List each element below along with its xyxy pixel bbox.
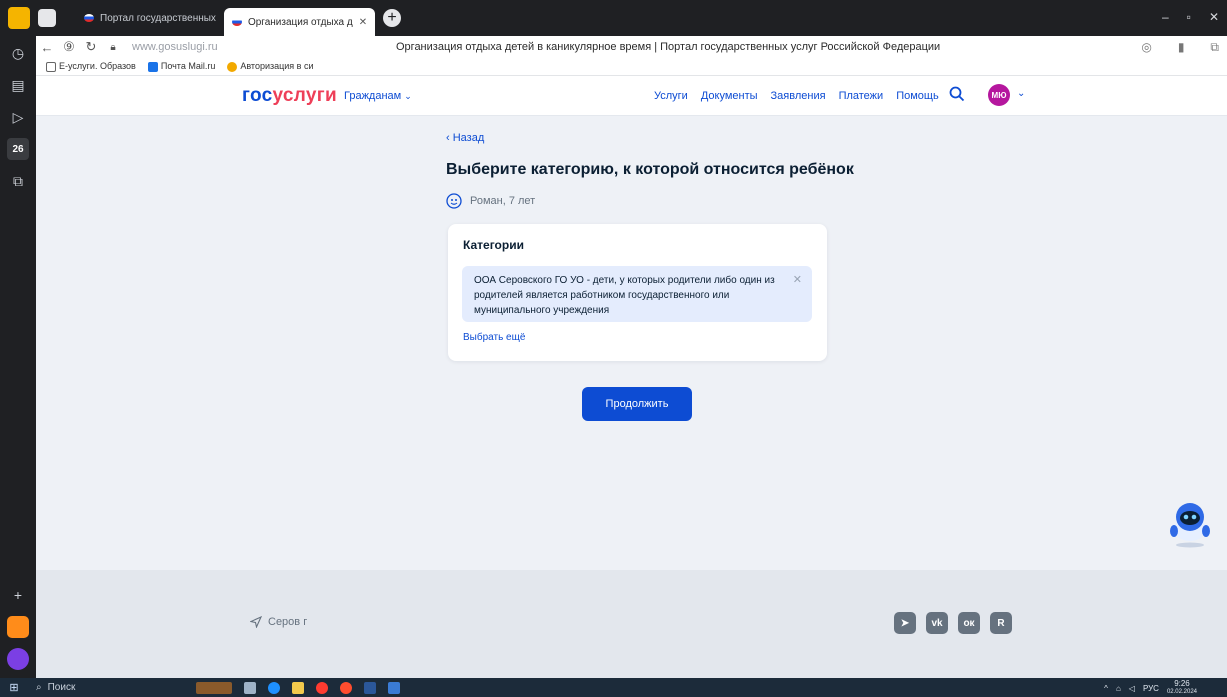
rutube-icon[interactable]: R	[990, 612, 1012, 634]
yandex-icon[interactable]	[340, 681, 352, 694]
location-selector[interactable]: Серов г	[250, 616, 307, 628]
play-icon[interactable]: ▷	[7, 106, 29, 128]
bookmark-item[interactable]: Авторизация в си	[227, 61, 314, 72]
bookmarks-bar: Е-услуги. Образов Почта Mail.ru Авториза…	[36, 58, 1227, 76]
gosuslugi-logo[interactable]: госуслуги	[242, 85, 337, 107]
nav-help[interactable]: Помощь	[896, 90, 939, 102]
close-tab-icon[interactable]: ✕	[359, 17, 367, 28]
bookmark-item[interactable]: Почта Mail.ru	[147, 61, 215, 72]
history-icon[interactable]: ◷	[7, 42, 29, 64]
nav-payments[interactable]: Платежи	[839, 90, 884, 102]
yandex-browser-icon[interactable]	[316, 681, 328, 694]
odnoklassniki-icon[interactable]: ок	[958, 612, 980, 634]
tab-organization[interactable]: Организация отдыха д ✕	[223, 8, 376, 36]
windows-taskbar: ⊞ ⌕ Поиск ^ ⌂ ◁ РУС 9:26 02.02.2024	[0, 678, 1227, 697]
child-name: Роман, 7 лет	[470, 195, 536, 207]
site-footer: Серов г ➤ vk ок R	[36, 570, 1227, 678]
page-title-bar: Организация отдыха детей в каникулярное …	[396, 41, 941, 53]
volume-icon[interactable]: ◁	[1129, 684, 1135, 693]
reader-icon[interactable]: ◎	[1141, 40, 1151, 55]
nav-services[interactable]: Услуги	[654, 90, 688, 102]
network-icon[interactable]: ⌂	[1116, 684, 1121, 693]
explorer-icon[interactable]	[292, 681, 304, 694]
bookmark-item[interactable]: Е-услуги. Образов	[46, 61, 136, 72]
category-text: ООА Серовского ГО УО - дети, у которых р…	[474, 275, 775, 316]
location-arrow-icon	[250, 616, 262, 628]
site-header: госуслуги Гражданам ⌄ Услуги Документы З…	[36, 76, 1227, 116]
avatar[interactable]: МЮ	[988, 84, 1010, 106]
categories-card: Категории ООА Серовского ГО УО - дети, у…	[448, 224, 827, 361]
clock-date: 02.02.2024	[1166, 689, 1197, 695]
tabs-counter-icon[interactable]	[38, 9, 56, 27]
taskbar-apps	[196, 681, 400, 694]
extensions-icon[interactable]: ⧉	[1210, 40, 1219, 55]
weather-widget-icon[interactable]	[196, 681, 232, 694]
clock-time: 9:26	[1174, 679, 1190, 688]
chevron-down-icon[interactable]: ⌄	[1017, 88, 1025, 99]
telegram-icon[interactable]: ➤	[894, 612, 916, 634]
search-icon[interactable]	[949, 86, 965, 102]
nav-documents[interactable]: Документы	[701, 90, 758, 102]
taskbar-search[interactable]: ⌕ Поиск	[36, 682, 176, 693]
yandex-icon[interactable]: ⑨	[58, 39, 80, 55]
tab-label: Портал государственных	[100, 12, 216, 24]
vk-icon[interactable]: vk	[926, 612, 948, 634]
edge-icon[interactable]	[268, 681, 280, 694]
address-bar-actions: ◎ ▮ ⧉	[1141, 40, 1219, 55]
new-tab-button[interactable]: +	[383, 9, 402, 27]
add-icon[interactable]: +	[7, 584, 29, 606]
social-links: ➤ vk ок R	[894, 612, 1012, 634]
word-icon[interactable]	[364, 681, 376, 694]
back-arrow-icon[interactable]: ←	[36, 40, 58, 55]
selected-category-chip: ООА Серовского ГО УО - дети, у которых р…	[462, 266, 812, 322]
chevron-left-icon: ‹	[446, 132, 450, 144]
search-icon: ⌕	[36, 682, 42, 693]
page-title: Выберите категорию, к которой относится …	[446, 161, 854, 178]
select-more-link[interactable]: Выбрать ещё	[463, 332, 525, 343]
system-tray: ^ ⌂ ◁ РУС 9:26 02.02.2024	[1104, 680, 1197, 696]
window-controls: – ▫ ✕	[1162, 10, 1219, 24]
minimize-icon[interactable]: –	[1162, 10, 1169, 24]
auth-icon	[227, 61, 238, 72]
back-link[interactable]: ‹ Назад	[446, 132, 484, 144]
browser-tabbar: Портал государственных Организация отдых…	[0, 0, 1227, 36]
bookmark-icon[interactable]: ▮	[1178, 40, 1185, 55]
restore-icon[interactable]: ▫	[1187, 10, 1191, 24]
card-title: Категории	[463, 238, 524, 252]
child-info: Роман, 7 лет	[446, 193, 535, 209]
photos-icon[interactable]	[388, 681, 400, 694]
page-icon	[46, 61, 56, 72]
browser-sidebar-bottom: +	[0, 578, 36, 680]
browser-profile-icon[interactable]	[8, 7, 30, 29]
top-navigation: Услуги Документы Заявления Платежи Помощ…	[654, 90, 939, 102]
screenshot-icon[interactable]: ⧉	[7, 170, 29, 192]
clock[interactable]: 9:26 02.02.2024	[1167, 680, 1197, 696]
chevron-down-icon: ⌄	[404, 91, 412, 101]
flag-icon	[84, 14, 94, 22]
main-content: ‹ Назад Выберите категорию, к которой от…	[36, 117, 1227, 570]
calendar-icon[interactable]: 26	[7, 138, 29, 160]
nav-applications[interactable]: Заявления	[771, 90, 826, 102]
mail-ru-icon	[147, 61, 158, 72]
language-indicator[interactable]: РУС	[1143, 684, 1159, 693]
citizens-dropdown[interactable]: Гражданам ⌄	[344, 90, 412, 102]
continue-button[interactable]: Продолжить	[582, 387, 692, 421]
notes-icon[interactable]: ▤	[7, 74, 29, 96]
close-icon[interactable]: ✕	[1209, 10, 1219, 24]
lock-icon: 🔒︎	[110, 41, 116, 53]
windows-start-icon[interactable]: ⊞	[4, 678, 24, 697]
url-field[interactable]: www.gosuslugi.ru	[132, 41, 218, 53]
address-bar: ← ⑨ ↻ 🔒︎ www.gosuslugi.ru Организация от…	[36, 36, 1227, 58]
reload-icon[interactable]: ↻	[80, 39, 102, 55]
flag-icon	[231, 18, 242, 26]
tab-label: Организация отдыха д	[247, 16, 353, 28]
robot-assistant-icon[interactable]	[1164, 497, 1216, 549]
task-view-icon[interactable]	[244, 681, 256, 694]
chevron-up-icon[interactable]: ^	[1104, 684, 1108, 693]
alice-icon[interactable]	[7, 648, 29, 670]
close-icon[interactable]: ✕	[793, 273, 802, 288]
child-icon	[446, 193, 462, 209]
mail-icon[interactable]	[7, 616, 29, 638]
tab-portal[interactable]: Портал государственных	[76, 5, 224, 31]
